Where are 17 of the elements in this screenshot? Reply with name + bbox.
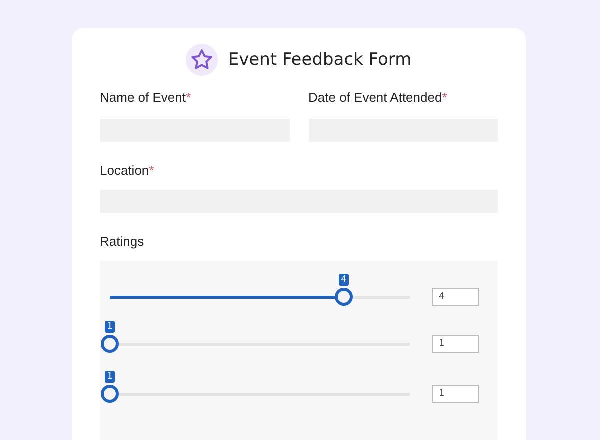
field-label: Location* (100, 163, 154, 178)
slider[interactable]: 4 (101, 273, 419, 305)
value-field[interactable]: 1 (432, 385, 479, 403)
slider[interactable]: 1 (101, 370, 419, 402)
slider-thumb[interactable] (101, 335, 119, 353)
slider[interactable]: 1 (101, 320, 419, 352)
field-label: Date of Event Attended* (308, 90, 448, 105)
field-label: Name of Event* (100, 90, 192, 105)
slider-thumb[interactable] (335, 288, 353, 306)
value-bubble: 1 (105, 371, 115, 383)
form-title: Event Feedback Form (228, 50, 412, 70)
slider-thumb[interactable] (101, 385, 119, 403)
value-field[interactable]: 1 (432, 335, 479, 353)
value-field[interactable]: 4 (432, 288, 479, 306)
value-bubble: 1 (105, 321, 115, 333)
value-bubble: 4 (339, 274, 349, 286)
section-label: Ratings (100, 234, 146, 249)
